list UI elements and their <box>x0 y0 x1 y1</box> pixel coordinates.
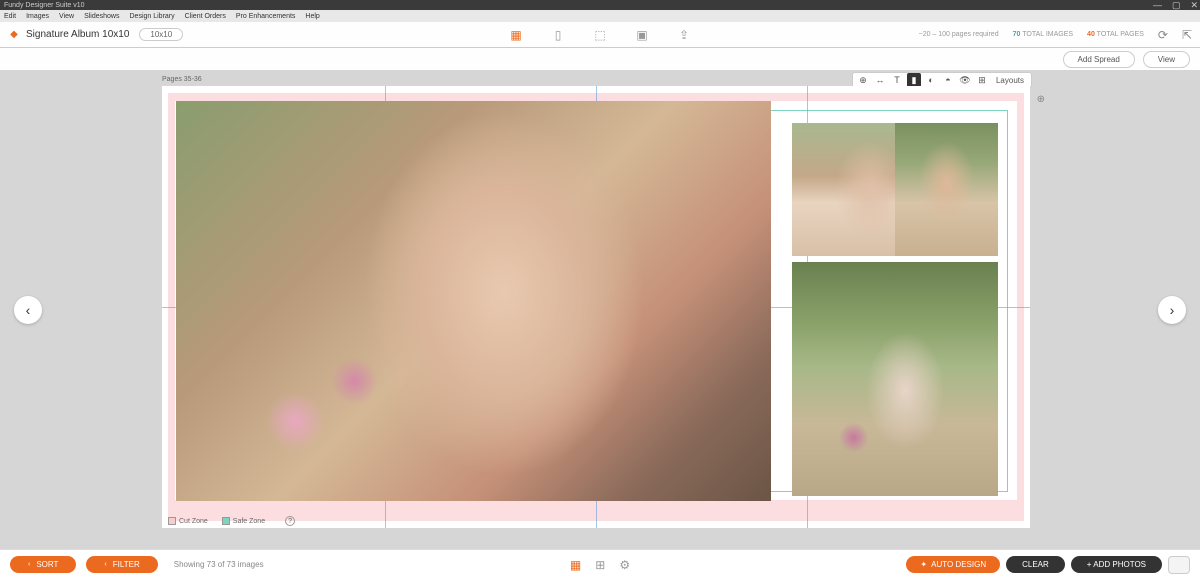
menu-view[interactable]: View <box>59 13 74 20</box>
photo-main[interactable] <box>176 101 771 501</box>
sub-toolbar: Add Spread View <box>0 48 1200 70</box>
spread-canvas[interactable]: Cut Zone Safe Zone ? <box>162 86 1030 528</box>
app-name: Fundy Designer Suite v10 <box>4 2 85 9</box>
album-title: Signature Album 10x10 <box>26 29 129 40</box>
next-spread-button[interactable]: › <box>1158 296 1186 324</box>
total-images-stat: 70 TOTAL IMAGES <box>1013 31 1073 38</box>
bottom-center-icons: ▦ ⊞ ⚙ <box>570 558 630 572</box>
shape-tool-icon[interactable]: ◐ <box>924 73 938 87</box>
close-button[interactable]: ✕ <box>1190 0 1198 11</box>
showing-count: Showing 73 of 73 images <box>174 560 264 569</box>
auto-design-button[interactable]: ✦AUTO DESIGN <box>906 556 1000 573</box>
main-toolbar: ◆ Signature Album 10x10 10x10 ▦ ▯ ⬚ ▣ ⇪ … <box>0 22 1200 48</box>
clear-button[interactable]: CLEAR <box>1006 556 1065 573</box>
cut-zone-legend: Cut Zone <box>168 517 208 525</box>
toolbar-stats: ~20 – 100 pages required 70 TOTAL IMAGES… <box>919 28 1192 42</box>
prev-spread-button[interactable]: ‹ <box>14 296 42 324</box>
photo-bottom-right[interactable] <box>792 262 998 496</box>
sort-button[interactable]: ‹SORT <box>10 556 76 573</box>
proof-view-icon[interactable]: ▣ <box>634 27 650 43</box>
layouts-button[interactable]: Layouts <box>992 76 1028 85</box>
photo-top-right[interactable] <box>895 123 998 256</box>
add-element-icon[interactable]: ⊕ <box>1037 94 1045 105</box>
tray-images-icon[interactable]: ▦ <box>570 558 581 572</box>
maximize-button[interactable]: ▢ <box>1172 0 1181 11</box>
pages-label: Pages 35-36 <box>162 76 202 83</box>
minimize-button[interactable]: — <box>1153 0 1162 11</box>
frame-tool-icon[interactable]: ▮ <box>907 73 921 87</box>
menu-help[interactable]: Help <box>305 13 319 20</box>
app-logo-icon: ◆ <box>8 29 20 41</box>
export-view-icon[interactable]: ⇪ <box>676 27 692 43</box>
external-icon[interactable]: ⇱ <box>1182 28 1192 42</box>
zone-legend: Cut Zone Safe Zone ? <box>162 514 301 528</box>
safe-zone-legend: Safe Zone <box>222 517 265 525</box>
spread-view-icon[interactable]: ▯ <box>550 27 566 43</box>
menu-slideshows[interactable]: Slideshows <box>84 13 119 20</box>
album-size-pill[interactable]: 10x10 <box>139 28 183 41</box>
menu-pro-enhancements[interactable]: Pro Enhancements <box>236 13 296 20</box>
tray-collapse-button[interactable] <box>1168 556 1190 574</box>
color-tool-icon[interactable]: ◓ <box>941 73 955 87</box>
view-button[interactable]: View <box>1143 51 1190 68</box>
design-view-icon[interactable]: ▦ <box>508 27 524 43</box>
zoom-in-icon[interactable]: ⊕ <box>856 73 870 87</box>
pages-required: ~20 – 100 pages required <box>919 31 999 38</box>
help-icon[interactable]: ? <box>285 516 295 526</box>
add-photos-button[interactable]: + ADD PHOTOS <box>1071 556 1162 573</box>
text-tool-icon[interactable]: T <box>890 73 904 87</box>
add-spread-button[interactable]: Add Spread <box>1063 51 1135 68</box>
total-pages-stat: 40 TOTAL PAGES <box>1087 31 1144 38</box>
swap-icon[interactable]: ↔ <box>873 73 887 87</box>
window-controls: — ▢ ✕ <box>1153 0 1198 11</box>
menu-client-orders[interactable]: Client Orders <box>185 13 226 20</box>
sync-icon[interactable]: ⟳ <box>1158 28 1168 42</box>
bottom-right-actions: ✦AUTO DESIGN CLEAR + ADD PHOTOS <box>906 556 1190 574</box>
order-view-icon[interactable]: ⬚ <box>592 27 608 43</box>
workspace: Pages 35-36 ⊕ ↔ T ▮ ◐ ◓ 👁 ⊞ Layouts ⊕ ‹ … <box>0 70 1200 549</box>
tray-grid-icon[interactable]: ⊞ <box>595 558 605 572</box>
filter-button[interactable]: ‹FILTER <box>86 556 157 573</box>
menu-edit[interactable]: Edit <box>4 13 16 20</box>
visibility-icon[interactable]: 👁 <box>958 73 972 87</box>
center-tool-icons: ▦ ▯ ⬚ ▣ ⇪ <box>508 27 692 43</box>
menubar: Edit Images View Slideshows Design Libra… <box>0 10 1200 22</box>
bottom-bar: ‹SORT ‹FILTER Showing 73 of 73 images ▦ … <box>0 549 1200 579</box>
menu-images[interactable]: Images <box>26 13 49 20</box>
tray-settings-icon[interactable]: ⚙ <box>619 558 630 572</box>
titlebar: Fundy Designer Suite v10 — ▢ ✕ <box>0 0 1200 10</box>
grid-icon[interactable]: ⊞ <box>975 73 989 87</box>
menu-design-library[interactable]: Design Library <box>130 13 175 20</box>
